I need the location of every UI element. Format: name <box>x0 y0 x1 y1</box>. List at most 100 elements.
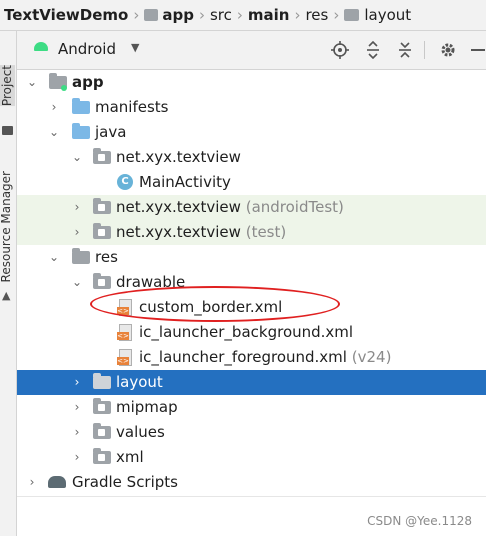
breadcrumb-folder-icon <box>344 9 360 21</box>
header-divider <box>424 41 425 59</box>
tab-resource-manager[interactable]: Resource Manager <box>0 171 13 282</box>
tree-row-xml[interactable]: › xml <box>17 445 486 470</box>
tree-label: res <box>95 248 118 266</box>
tree-label: values <box>116 423 165 441</box>
tree-row-mainactivity[interactable]: C MainActivity <box>17 170 486 195</box>
file-name: ic_launcher_foreground.xml <box>139 348 347 366</box>
package-name: net.xyx.textview <box>116 198 241 216</box>
chevron-down-icon[interactable]: ⌄ <box>25 70 39 95</box>
tool-window-strip: Project Resource Manager ▲ <box>0 31 17 536</box>
breadcrumb-separator: › <box>236 6 243 24</box>
tree-row-package-test[interactable]: › net.xyx.textview (test) <box>17 220 486 245</box>
package-name: net.xyx.textview <box>116 223 241 241</box>
tree-label: ic_launcher_foreground.xml (v24) <box>139 345 391 370</box>
gradle-elephant-icon <box>48 476 66 488</box>
tree-label: custom_border.xml <box>139 298 283 316</box>
collapse-all-icon[interactable] <box>395 40 415 60</box>
folder-icon <box>72 98 90 114</box>
breadcrumb-separator: › <box>333 6 340 24</box>
breadcrumb-item-main[interactable]: main <box>248 6 290 24</box>
tree-label: layout <box>116 373 163 391</box>
project-tree: ⌄ app › manifests ⌄ java ⌄ net.xyx.textv… <box>17 70 486 495</box>
minimize-icon[interactable] <box>468 40 486 60</box>
module-status-dot <box>61 85 67 91</box>
breadcrumb-item-project[interactable]: TextViewDemo <box>4 6 128 24</box>
view-mode-label[interactable]: Android <box>58 40 116 58</box>
tree-label: MainActivity <box>139 173 231 191</box>
tree-label: Gradle Scripts <box>72 473 178 491</box>
xml-file-icon: <> <box>117 349 132 366</box>
breadcrumb-item-src[interactable]: src <box>210 6 232 24</box>
tree-label: mipmap <box>116 398 178 416</box>
breadcrumb-separator: › <box>133 6 140 24</box>
tree-row-ic-launcher-background[interactable]: <> ic_launcher_background.xml <box>17 320 486 345</box>
folder-icon <box>93 273 111 289</box>
chevron-right-icon[interactable]: › <box>47 95 61 120</box>
chevron-down-icon[interactable]: ▼ <box>131 41 139 54</box>
expand-all-icon[interactable] <box>363 40 383 60</box>
locate-icon[interactable] <box>330 40 350 60</box>
qualifier-hint: (v24) <box>351 348 392 366</box>
chevron-right-icon[interactable]: › <box>70 220 84 245</box>
xml-file-icon: <> <box>117 324 132 341</box>
chevron-right-icon[interactable]: › <box>70 370 84 395</box>
tree-row-package-androidtest[interactable]: › net.xyx.textview (androidTest) <box>17 195 486 220</box>
tree-row-java[interactable]: ⌄ java <box>17 120 486 145</box>
tree-row-gradle-scripts[interactable]: › Gradle Scripts <box>17 470 486 495</box>
tree-row-app[interactable]: ⌄ app <box>17 70 486 95</box>
package-icon <box>93 223 111 239</box>
tree-row-custom-border[interactable]: <> custom_border.xml <box>17 295 486 320</box>
gear-icon[interactable] <box>438 40 458 60</box>
chevron-down-icon[interactable]: ⌄ <box>70 270 84 295</box>
tree-row-res[interactable]: ⌄ res <box>17 245 486 270</box>
source-set-hint: (test) <box>245 223 287 241</box>
source-set-hint: (androidTest) <box>245 198 344 216</box>
chevron-down-icon[interactable]: ⌄ <box>47 245 61 270</box>
tree-row-layout[interactable]: › layout <box>17 370 486 395</box>
tree-row-ic-launcher-foreground[interactable]: <> ic_launcher_foreground.xml (v24) <box>17 345 486 370</box>
tree-label: xml <box>116 448 144 466</box>
chevron-down-icon[interactable]: ⌄ <box>70 145 84 170</box>
chevron-right-icon[interactable]: › <box>70 395 84 420</box>
divider <box>17 496 486 497</box>
folder-icon <box>93 448 111 464</box>
xml-file-icon: <> <box>117 299 132 316</box>
tree-label: app <box>72 73 104 91</box>
tree-row-values[interactable]: › values <box>17 420 486 445</box>
class-icon: C <box>117 174 133 190</box>
project-panel-header: Android ▼ <box>17 31 486 70</box>
package-icon <box>93 148 111 164</box>
chevron-right-icon[interactable]: › <box>25 470 39 495</box>
package-icon <box>93 198 111 214</box>
breadcrumb-separator: › <box>198 6 205 24</box>
tree-row-drawable[interactable]: ⌄ drawable <box>17 270 486 295</box>
resource-manager-icon: ▲ <box>2 289 11 302</box>
breadcrumb-item-res[interactable]: res <box>305 6 328 24</box>
tree-label: manifests <box>95 98 169 116</box>
chevron-right-icon[interactable]: › <box>70 445 84 470</box>
breadcrumb-separator: › <box>294 6 301 24</box>
android-icon <box>34 42 48 51</box>
chevron-right-icon[interactable]: › <box>70 420 84 445</box>
watermark: CSDN @Yee.1128 <box>367 514 472 528</box>
folder-icon <box>93 423 111 439</box>
chevron-right-icon[interactable]: › <box>70 195 84 220</box>
folder-icon <box>72 123 90 139</box>
tree-row-manifests[interactable]: › manifests <box>17 95 486 120</box>
tree-row-package-main[interactable]: ⌄ net.xyx.textview <box>17 145 486 170</box>
tree-label: net.xyx.textview (test) <box>116 220 286 245</box>
tree-label: net.xyx.textview <box>116 148 241 166</box>
tree-label: java <box>95 123 127 141</box>
breadcrumb-item-layout[interactable]: layout <box>364 6 411 24</box>
breadcrumb-item-app[interactable]: app <box>162 6 194 24</box>
tree-label: ic_launcher_background.xml <box>139 323 354 341</box>
chevron-down-icon[interactable]: ⌄ <box>47 120 61 145</box>
tree-label: drawable <box>116 273 186 291</box>
breadcrumb-module-icon <box>144 9 159 21</box>
resource-folder-icon <box>72 248 90 264</box>
tab-project[interactable]: Project <box>0 65 15 107</box>
project-tab-folder-icon <box>2 126 13 135</box>
folder-icon <box>93 373 111 389</box>
tree-label: net.xyx.textview (androidTest) <box>116 195 344 220</box>
tree-row-mipmap[interactable]: › mipmap <box>17 395 486 420</box>
